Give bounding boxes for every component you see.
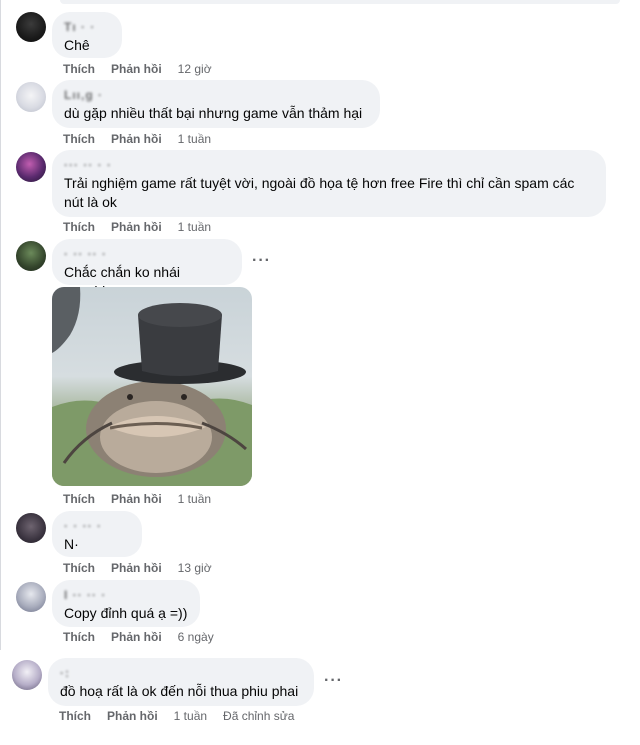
comment-text: Copy đỉnh quá ạ =)) <box>64 605 188 621</box>
avatar[interactable] <box>16 152 46 182</box>
like-button[interactable]: Thích <box>63 560 95 576</box>
comment-actions: Thích Phản hồi 1 tuần Đã chỉnh sửa <box>59 708 310 724</box>
comment-text: Trải nghiệm game rất tuyệt vời, ngoài đồ… <box>64 175 575 210</box>
comment-author[interactable]: Lıı,g · <box>64 88 368 102</box>
comment-author[interactable]: Tı · · <box>64 20 110 34</box>
comment-bubble: Lıı,g · dù gặp nhiều thất bại nhưng game… <box>52 80 380 128</box>
reply-button[interactable]: Phản hồi <box>107 708 158 724</box>
comment-time[interactable]: 1 tuần <box>178 219 211 235</box>
reply-button[interactable]: Phản hồi <box>111 131 162 147</box>
comment-actions: Thích Phản hồi 12 giờ <box>63 61 228 77</box>
thread-line <box>0 0 1 650</box>
comment-author[interactable]: · · ·· · <box>64 519 130 533</box>
like-button[interactable]: Thích <box>63 131 95 147</box>
comment-bubble: · · ·· · N· <box>52 511 142 557</box>
avatar[interactable] <box>16 82 46 112</box>
comment-text: Chê <box>64 37 90 53</box>
reply-button[interactable]: Phản hồi <box>111 491 162 507</box>
comment-actions: Thích Phản hồi 1 tuần <box>63 219 227 235</box>
comment-actions: Thích Phản hồi 6 ngày <box>63 629 230 645</box>
comment-time[interactable]: 1 tuần <box>178 131 211 147</box>
comment-author[interactable]: · ·· ·· · <box>64 247 230 261</box>
comment-author[interactable]: ·: <box>60 666 302 680</box>
previous-comment-edge <box>60 0 620 4</box>
comment-text: dù gặp nhiều thất bại nhưng game vẫn thả… <box>64 105 363 121</box>
comment-text: N· <box>64 536 79 552</box>
reply-button[interactable]: Phản hồi <box>111 219 162 235</box>
comment-time[interactable]: 1 tuần <box>174 708 207 724</box>
avatar[interactable] <box>16 513 46 543</box>
avatar[interactable] <box>16 241 46 271</box>
comment-time[interactable]: 12 giờ <box>178 61 212 77</box>
comment-time[interactable]: 1 tuần <box>178 491 211 507</box>
avatar[interactable] <box>16 12 46 42</box>
comment-text: đồ hoạ rất là ok đến nỗi thua phiu phai <box>60 683 299 699</box>
comment-author[interactable]: ··· ·· · · <box>64 158 594 172</box>
catfish-top-hat-image <box>52 287 252 486</box>
avatar[interactable] <box>12 660 42 690</box>
like-button[interactable]: Thích <box>63 491 95 507</box>
comment-bubble: Tı · · Chê <box>52 12 122 58</box>
comment-bubble: ·: đồ hoạ rất là ok đến nỗi thua phiu ph… <box>48 658 314 706</box>
like-button[interactable]: Thích <box>63 61 95 77</box>
more-horizontal-icon[interactable]: ··· <box>252 252 271 270</box>
comment-time[interactable]: 13 giờ <box>178 560 212 576</box>
like-button[interactable]: Thích <box>59 708 91 724</box>
comment-actions: Thích Phản hồi 1 tuần <box>63 491 227 507</box>
comment-time[interactable]: 6 ngày <box>178 629 214 645</box>
edited-label[interactable]: Đã chỉnh sửa <box>223 708 294 724</box>
comment-bubble: · ·· ·· · Chắc chắn ko nhái genshin <box>52 239 242 299</box>
more-horizontal-icon[interactable]: ··· <box>324 672 343 690</box>
like-button[interactable]: Thích <box>63 219 95 235</box>
comment-actions: Thích Phản hồi 13 giờ <box>63 560 228 576</box>
reply-button[interactable]: Phản hồi <box>111 629 162 645</box>
reply-button[interactable]: Phản hồi <box>111 61 162 77</box>
reply-button[interactable]: Phản hồi <box>111 560 162 576</box>
comment-actions: Thích Phản hồi 1 tuần <box>63 131 227 147</box>
comment-bubble: ··· ·· · · Trải nghiệm game rất tuyệt vờ… <box>52 150 606 217</box>
comment-author[interactable]: I ·· ·· · <box>64 588 188 602</box>
like-button[interactable]: Thích <box>63 629 95 645</box>
comment-bubble: I ·· ·· · Copy đỉnh quá ạ =)) <box>52 580 200 627</box>
comment-photo[interactable] <box>52 287 252 486</box>
avatar[interactable] <box>16 582 46 612</box>
